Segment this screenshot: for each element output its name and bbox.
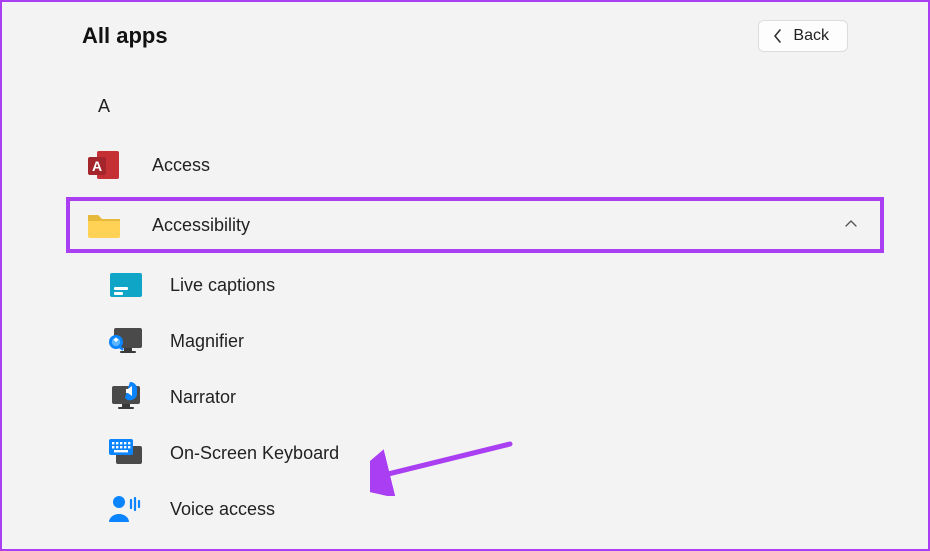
app-label: Magnifier [170,331,244,352]
page-title: All apps [82,23,168,49]
narrator-icon [106,377,146,417]
on-screen-keyboard-icon [106,433,146,473]
folder-icon [84,205,124,245]
app-item-narrator[interactable]: Narrator [2,369,928,425]
app-item-live-captions[interactable]: Live captions [2,257,928,313]
app-label: Narrator [170,387,236,408]
app-folder-accessibility[interactable]: Accessibility [66,197,884,253]
section-header[interactable]: A [98,96,928,117]
app-item-access[interactable]: A Access [2,137,928,193]
magnifier-icon [106,321,146,361]
header: All apps Back [2,2,928,62]
start-menu-all-apps: All apps Back A A Access Acce [0,0,930,551]
app-label: Voice access [170,499,275,520]
app-item-voice-access[interactable]: Voice access [2,481,928,537]
app-item-on-screen-keyboard[interactable]: On-Screen Keyboard [2,425,928,481]
app-item-magnifier[interactable]: Magnifier [2,313,928,369]
voice-access-icon [106,489,146,529]
svg-text:A: A [92,158,102,174]
chevron-up-icon [844,216,858,234]
access-icon: A [84,145,124,185]
app-label: Access [152,155,210,176]
live-captions-icon [106,265,146,305]
back-button-label: Back [793,27,829,45]
back-button[interactable]: Back [758,20,848,52]
app-label: Accessibility [152,215,250,236]
chevron-left-icon [773,29,783,43]
app-label: Live captions [170,275,275,296]
app-label: On-Screen Keyboard [170,443,339,464]
